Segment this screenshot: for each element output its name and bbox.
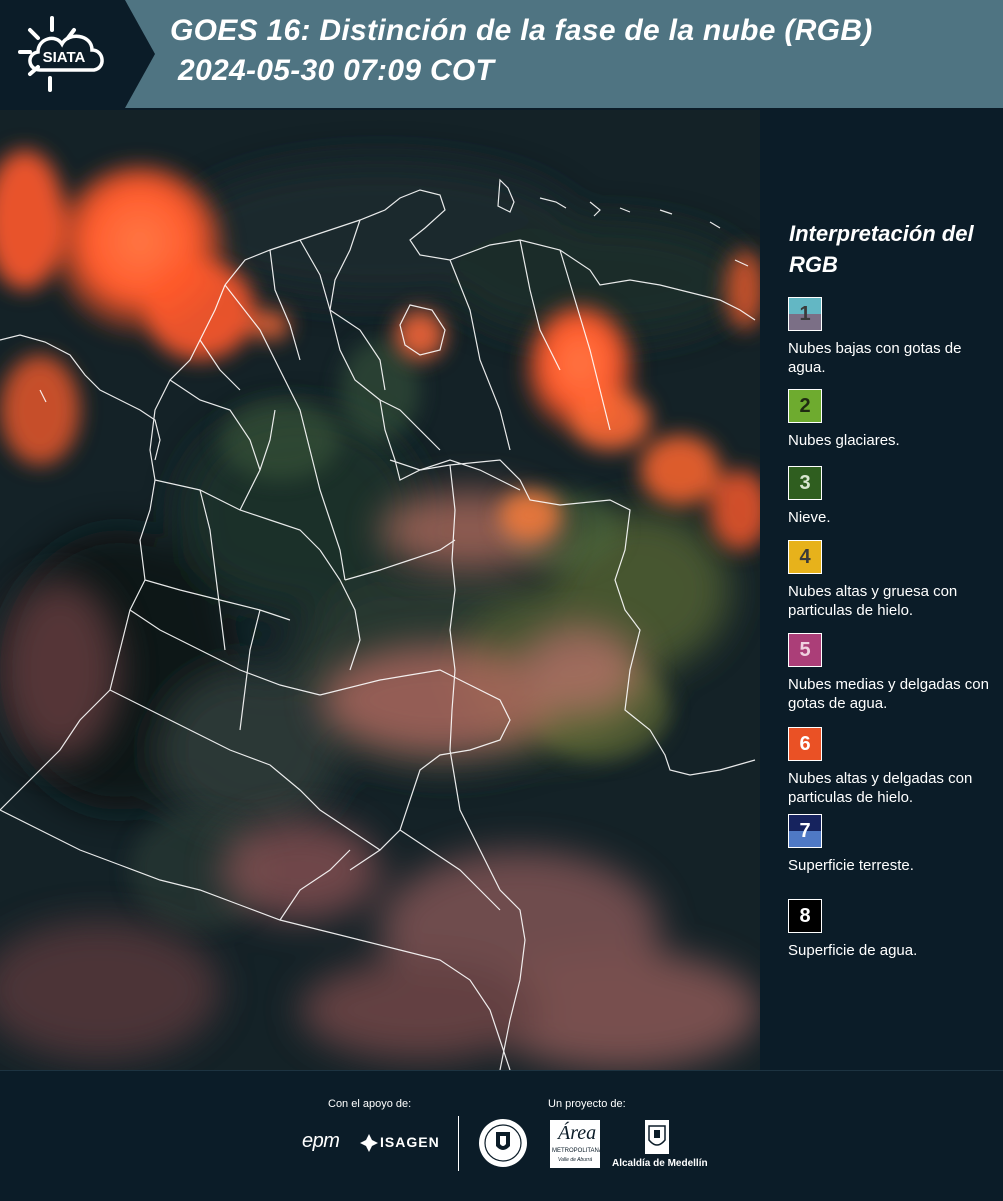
legend-item-7: 7 Superficie terreste.: [788, 814, 998, 875]
isagen-mark-icon: [360, 1134, 378, 1152]
legend-title: Interpretación del RGB: [789, 221, 974, 277]
legend-number: 2: [799, 394, 811, 417]
legend-number: 7: [799, 819, 811, 842]
city-shield-icon: [645, 1120, 669, 1154]
satellite-map: [0, 110, 760, 1070]
legend-panel: Interpretación del RGB 1 Nubes bajas con …: [760, 110, 1003, 1070]
legend-label: Superficie terreste.: [788, 857, 914, 874]
legend-item-3: 3 Nieve.: [788, 466, 998, 527]
legend-swatch: 3: [788, 466, 822, 500]
area-metropolitana-logo[interactable]: Área METROPOLITANA Valle de Aburrá: [550, 1120, 603, 1168]
legend-number: 1: [799, 302, 811, 325]
footer: Con el apoyo de: Un proyecto de: epm ISA…: [0, 1070, 1003, 1201]
legend-swatch: 2: [788, 389, 822, 423]
epm-logo[interactable]: epm: [302, 1130, 340, 1153]
legend-number: 8: [799, 904, 811, 927]
legend-number: 3: [799, 471, 811, 494]
legend-item-5: 5 Nubes medias y delgadas con gotas de ag…: [788, 633, 998, 713]
legend-label: Nubes bajas con gotas de agua.: [788, 340, 962, 376]
legend-swatch: 7: [788, 814, 822, 848]
legend-label: Nubes altas y gruesa con particulas de h…: [788, 583, 958, 619]
header-bar: SIATA GOES 16: Distinción de la fase de …: [0, 0, 1003, 108]
legend-swatch: 6: [788, 727, 822, 761]
legend-number: 5: [799, 638, 811, 661]
legend-label: Superficie de agua.: [788, 942, 918, 959]
support-label: Con el apoyo de:: [328, 1098, 412, 1110]
footer-divider: [458, 1116, 459, 1171]
legend-number: 6: [799, 732, 811, 755]
alcaldia-medellin-logo[interactable]: Alcaldía de Medellín: [612, 1118, 708, 1173]
isagen-logo[interactable]: ISAGEN: [360, 1133, 440, 1153]
svg-text:SIATA: SIATA: [43, 49, 86, 66]
legend-label: Nubes medias y delgadas con gotas de agu…: [788, 676, 989, 712]
legend-swatch: 1: [788, 297, 822, 331]
image-datetime: 2024-05-30 07:09 COT: [178, 54, 495, 87]
legend-number: 4: [799, 545, 811, 568]
legend-item-8: 8 Superficie de agua.: [788, 899, 998, 960]
legend-label: Nubes altas y delgadas con particulas de…: [788, 770, 973, 806]
siata-logo[interactable]: SIATA: [0, 0, 155, 108]
legend-item-1: 1 Nubes bajas con gotas de agua.: [788, 297, 998, 377]
legend-swatch: 5: [788, 633, 822, 667]
legend-item-4: 4 Nubes altas y gruesa con particulas de …: [788, 540, 998, 620]
legend-swatch: 4: [788, 540, 822, 574]
legend-item-6: 6 Nubes altas y delgadas con particulas d…: [788, 727, 998, 807]
legend-label: Nieve.: [788, 509, 831, 526]
university-seal-logo[interactable]: [478, 1118, 528, 1168]
legend-item-2: 2 Nubes glaciares.: [788, 389, 998, 450]
project-label: Un proyecto de:: [548, 1098, 626, 1110]
legend-label: Nubes glaciares.: [788, 432, 900, 449]
legend-swatch: 8: [788, 899, 822, 933]
page-title: GOES 16: Distinción de la fase de la nub…: [170, 14, 873, 47]
